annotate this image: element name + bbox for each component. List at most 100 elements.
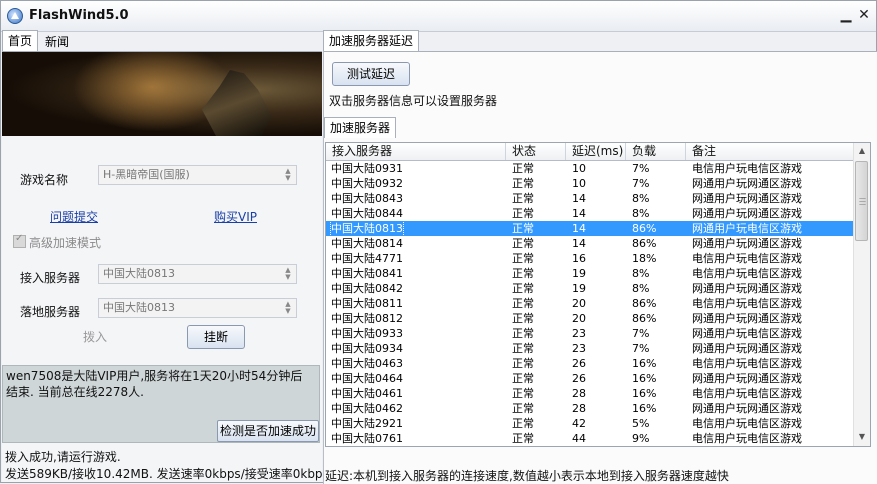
cell-note: 电信用户玩电信区游戏 — [692, 432, 802, 445]
column-header-server[interactable]: 接入服务器 — [326, 143, 506, 160]
tab-home[interactable]: 首页 — [2, 30, 39, 51]
cell-latency: 23 — [572, 327, 586, 340]
table-row[interactable]: 中国大陆0932 正常 10 7% 网通用户玩网通区游戏 — [326, 176, 854, 191]
cell-load: 8% — [632, 192, 650, 205]
cell-latency: 14 — [572, 222, 586, 235]
table-row[interactable]: 中国大陆0811 正常 20 86% 电信用户玩电信区游戏 — [326, 296, 854, 311]
cell-latency: 10 — [572, 162, 586, 175]
title-bar: FlashWind5.0 ▁ ✕ — [1, 1, 876, 32]
table-row[interactable]: 中国大陆0464 正常 26 16% 网通用户玩网通区游戏 — [326, 371, 854, 386]
column-header-note[interactable]: 备注 — [686, 143, 854, 160]
latency-footer-note: 延迟:本机到接入服务器的连接速度,数值越小表示本地到接入服务器速度越快 — [325, 469, 729, 483]
table-row[interactable]: 中国大陆0463 正常 26 16% 电信用户玩电信区游戏 — [326, 356, 854, 371]
table-row[interactable]: 中国大陆0841 正常 19 8% 电信用户玩电信区游戏 — [326, 266, 854, 281]
column-header-status[interactable]: 状态 — [506, 143, 566, 160]
buy-vip-link[interactable]: 购买VIP — [214, 208, 257, 225]
cell-load: 86% — [632, 222, 657, 235]
cell-server: 中国大陆0842 — [331, 282, 403, 295]
cell-server: 中国大陆0811 — [331, 297, 403, 310]
table-row[interactable]: 中国大陆0461 正常 28 16% 电信用户玩电信区游戏 — [326, 386, 854, 401]
column-header-latency[interactable]: 延迟(ms) — [566, 143, 626, 160]
scroll-up-arrow-icon[interactable]: ▲ — [857, 146, 867, 156]
cell-status: 正常 — [512, 342, 534, 355]
cell-status: 正常 — [512, 192, 534, 205]
landing-server-select[interactable]: 中国大陆0813 ▲ ▼ — [98, 298, 297, 318]
cell-latency: 19 — [572, 267, 586, 280]
tab-accel-servers[interactable]: 加速服务器 — [324, 117, 397, 138]
cell-server: 中国大陆0934 — [331, 342, 403, 355]
traffic-stats: 发送589KB/接收10.42MB. 发送速率0kbps/接受速率0kbps. — [5, 467, 333, 481]
cell-load: 16% — [632, 402, 657, 415]
disconnect-button[interactable]: 挂断 — [187, 325, 245, 349]
cell-server: 中国大陆0463 — [331, 357, 403, 370]
account-info-box: wen7508是大陆VIP用户,服务将在1天20小时54分钟后结束. 当前总在线… — [2, 365, 320, 443]
spinner-arrows-icon[interactable]: ▲ ▼ — [282, 301, 294, 315]
cell-note: 网通用户玩电信区游戏 — [692, 327, 802, 340]
spinner-arrows-icon[interactable]: ▲ ▼ — [282, 168, 294, 182]
column-header-load[interactable]: 负载 — [626, 143, 686, 160]
table-row[interactable]: 中国大陆0843 正常 14 8% 网通用户玩网通区游戏 — [326, 191, 854, 206]
scroll-down-arrow-icon[interactable]: ▼ — [857, 432, 867, 442]
cell-server: 中国大陆0813 — [330, 220, 404, 237]
table-row[interactable]: 中国大陆0934 正常 23 7% 网通用户玩网通区游戏 — [326, 341, 854, 356]
scroll-thumb[interactable]: — — — — [855, 161, 868, 241]
cell-latency: 42 — [572, 417, 586, 430]
access-server-select[interactable]: 中国大陆0813 ▲ ▼ — [98, 264, 297, 284]
table-row[interactable]: 中国大陆0812 正常 20 86% 网通用户玩网通区游戏 — [326, 311, 854, 326]
game-name-select[interactable]: H-黑暗帝国(国服) ▲ ▼ — [98, 165, 297, 185]
table-row[interactable]: 中国大陆0813 正常 14 86% 网通用户玩电信区游戏 — [326, 220, 854, 237]
close-button[interactable]: ✕ — [855, 6, 873, 24]
tab-news[interactable]: 新闻 — [39, 31, 75, 52]
cell-status: 正常 — [512, 327, 534, 340]
cell-note: 电信用户玩电信区游戏 — [692, 267, 802, 280]
cell-latency: 26 — [572, 357, 586, 370]
cell-status: 正常 — [512, 282, 534, 295]
cell-status: 正常 — [512, 267, 534, 280]
table-row[interactable]: 中国大陆0933 正常 23 7% 网通用户玩电信区游戏 — [326, 326, 854, 341]
cell-load: 7% — [632, 177, 650, 190]
tab-server-latency[interactable]: 加速服务器延迟 — [323, 30, 420, 51]
cell-server: 中国大陆0761 — [331, 432, 403, 445]
vertical-scrollbar[interactable]: ▲ — — — ▼ — [853, 143, 870, 446]
cell-latency: 19 — [572, 282, 586, 295]
connect-button[interactable]: 拨入 — [72, 325, 118, 349]
cell-load: 8% — [632, 207, 650, 220]
cell-load: 7% — [632, 342, 650, 355]
table-body: 中国大陆0931 正常 10 7% 电信用户玩电信区游戏 中国大陆0932 正常 10 7% 网通… — [326, 161, 854, 446]
cell-latency: 14 — [572, 207, 586, 220]
table-row[interactable]: 中国大陆0761 正常 44 9% 电信用户玩电信区游戏 — [326, 431, 854, 446]
cell-load: 86% — [632, 237, 657, 250]
cell-status: 正常 — [512, 432, 534, 445]
table-row[interactable]: 中国大陆0844 正常 14 8% 网通用户玩网通区游戏 — [326, 206, 854, 221]
cell-note: 网通用户玩网通区游戏 — [692, 312, 802, 325]
checkbox-icon — [13, 233, 26, 248]
cell-latency: 10 — [572, 177, 586, 190]
cell-note: 网通用户玩网通区游戏 — [692, 402, 802, 415]
cell-load: 9% — [632, 432, 650, 445]
table-row[interactable]: 中国大陆0462 正常 28 16% 网通用户玩网通区游戏 — [326, 401, 854, 416]
table-row[interactable]: 中国大陆0842 正常 19 8% 网通用户玩网通区游戏 — [326, 281, 854, 296]
cell-note: 电信用户玩电信区游戏 — [692, 387, 802, 400]
spinner-arrows-icon[interactable]: ▲ ▼ — [282, 267, 294, 281]
feedback-link[interactable]: 问题提交 — [50, 208, 98, 225]
table-row[interactable]: 中国大陆2921 正常 42 5% 电信用户玩电信区游戏 — [326, 416, 854, 431]
cell-load: 16% — [632, 372, 657, 385]
table-row[interactable]: 中国大陆0814 正常 14 86% 网通用户玩网通区游戏 — [326, 236, 854, 251]
cell-server: 中国大陆0461 — [331, 387, 403, 400]
table-row[interactable]: 中国大陆4771 正常 16 18% 电信用户玩电信区游戏 — [326, 251, 854, 266]
cell-note: 电信用户玩电信区游戏 — [692, 417, 802, 430]
minimize-button[interactable]: ▁ — [837, 6, 855, 24]
check-acceleration-button[interactable]: 检测是否加速成功 — [217, 420, 319, 442]
test-latency-button[interactable]: 测试延迟 — [332, 62, 410, 86]
table-row[interactable]: 中国大陆0931 正常 10 7% 电信用户玩电信区游戏 — [326, 161, 854, 176]
cell-status: 正常 — [512, 207, 534, 220]
cell-load: 86% — [632, 312, 657, 325]
cell-load: 7% — [632, 162, 650, 175]
cell-latency: 14 — [572, 192, 586, 205]
cell-note: 网通用户玩网通区游戏 — [692, 282, 802, 295]
cell-server: 中国大陆0812 — [331, 312, 403, 325]
cell-note: 电信用户玩电信区游戏 — [692, 162, 802, 175]
cell-note: 网通用户玩电信区游戏 — [692, 222, 802, 235]
advanced-mode-checkbox[interactable]: 高级加速模式 — [13, 233, 101, 251]
cell-status: 正常 — [512, 252, 534, 265]
